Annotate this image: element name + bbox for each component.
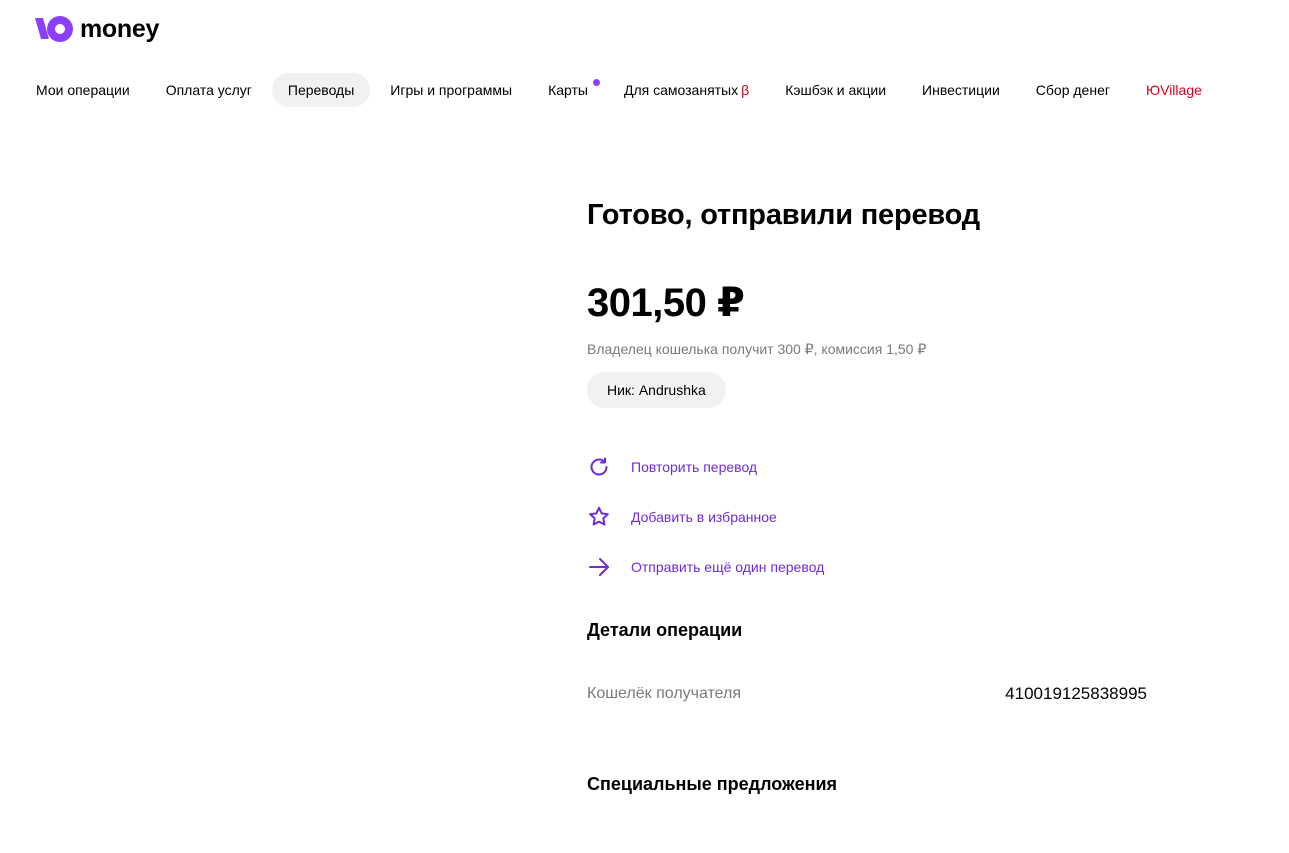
nav-item-label: Кэшбэк и акции xyxy=(785,82,887,98)
nav-item-cashback[interactable]: Кэшбэк и акции xyxy=(769,73,902,107)
logo[interactable]: money xyxy=(35,14,159,44)
logo-icon xyxy=(35,16,73,42)
notification-dot xyxy=(592,79,600,86)
nav-item-transfers[interactable]: Переводы xyxy=(271,73,371,107)
commission-info: Владелец кошелька получит 300 ₽, комисси… xyxy=(587,341,927,357)
operation-details-title: Детали операции xyxy=(587,620,743,640)
add-to-favorites-action[interactable]: Добавить в избранное xyxy=(587,492,1167,542)
nav-item-games-programs[interactable]: Игры и программы xyxy=(374,73,528,107)
nav-item-my-operations[interactable]: Мои операции xyxy=(20,73,146,107)
nav-item-label: Оплата услуг xyxy=(165,82,252,98)
arrow-right-icon xyxy=(587,555,611,579)
nav-item-services-payment[interactable]: Оплата услуг xyxy=(150,73,268,107)
nav-item-label: Инвестиции xyxy=(922,82,1000,98)
nav-item-label: ЮVillage xyxy=(1145,82,1202,98)
nav-item-label: Сбор денег xyxy=(1035,82,1110,98)
nav-item-cards[interactable]: Карты xyxy=(532,73,604,107)
special-offers-title: Специальные предложения xyxy=(587,774,838,794)
logo-text: money xyxy=(80,15,160,43)
repeat-icon xyxy=(587,455,611,479)
transfer-success-panel: Готово, отправили перевод 301,50 ₽ Владе… xyxy=(587,196,1167,796)
nav-item-label: Мои операции xyxy=(36,82,130,98)
recipient-nick-chip: Ник: Andrushka xyxy=(587,372,726,408)
action-label: Повторить перевод xyxy=(631,459,758,475)
nav-item-fundraising[interactable]: Сбор денег xyxy=(1020,73,1126,107)
nav-item-label: Карты xyxy=(548,82,588,98)
action-label: Добавить в избранное xyxy=(631,509,777,525)
beta-badge: β xyxy=(741,82,750,98)
nav-item-label: Переводы xyxy=(287,82,355,98)
nav-item-investments[interactable]: Инвестиции xyxy=(906,73,1016,107)
action-label: Отправить ещё один перевод xyxy=(631,559,825,575)
nav-item-yuvillage[interactable]: ЮVillage xyxy=(1130,73,1218,107)
page-title: Готово, отправили перевод xyxy=(587,199,980,231)
detail-label: Кошелёк получателя xyxy=(587,685,742,702)
send-another-transfer-action[interactable]: Отправить ещё один перевод xyxy=(587,542,1167,592)
star-icon xyxy=(587,505,611,529)
main-nav: Мои операции Оплата услуг Переводы Игры … xyxy=(20,73,1222,107)
nav-item-self-employed[interactable]: Для самозанятых β xyxy=(608,73,765,107)
wallet-number: 410019125838995 xyxy=(1005,684,1147,703)
actions-list: Повторить перевод Добавить в избранное О… xyxy=(587,442,1167,592)
transfer-amount: 301,50 ₽ xyxy=(587,281,745,325)
detail-row-recipient-wallet: Кошелёк получателя 410019125838995 xyxy=(587,684,1167,704)
repeat-transfer-action[interactable]: Повторить перевод xyxy=(587,442,1167,492)
nav-item-label: Игры и программы xyxy=(390,82,513,98)
nav-item-label: Для самозанятых xyxy=(623,82,739,98)
